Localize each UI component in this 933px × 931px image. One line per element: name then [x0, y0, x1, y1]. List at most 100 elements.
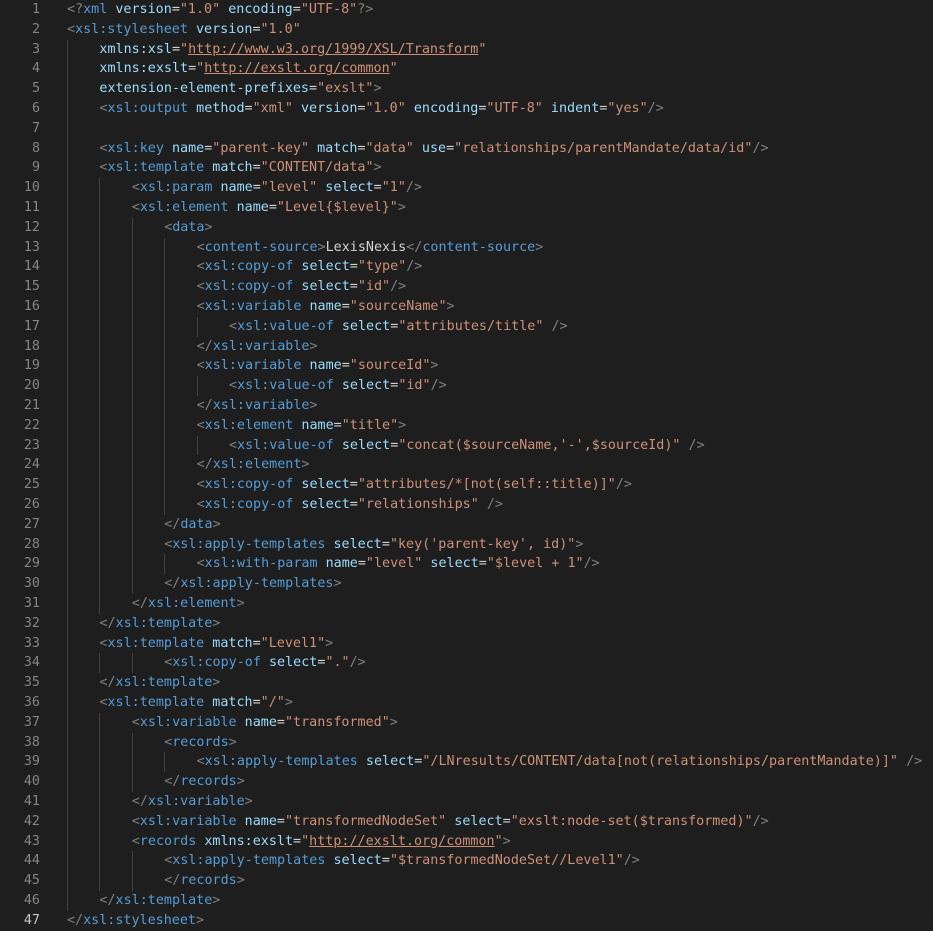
code-line[interactable]: 6 <xsl:output method="xml" version="1.0" … — [0, 99, 933, 119]
code-line[interactable]: 2 <xsl:stylesheet version="1.0" — [0, 20, 933, 40]
code-text: </data> — [164, 515, 220, 535]
code-token: select — [341, 437, 391, 453]
code-token: /> — [647, 101, 664, 116]
code-token: </ — [196, 338, 213, 354]
code-token: version — [196, 21, 253, 37]
code-line[interactable]: 5 extension-element-prefixes="exslt"> — [0, 79, 933, 99]
code-token: = — [276, 813, 285, 829]
code-line[interactable]: 19 <xsl:variable name="sourceId"> — [0, 356, 933, 377]
code-line[interactable]: 35 </xsl:template> — [0, 673, 933, 693]
code-line[interactable]: 23 <xsl:value-of select="concat($sourceNa… — [0, 435, 933, 456]
code-token: "Level{$level}" — [276, 200, 398, 215]
code-line[interactable]: 7 — [0, 118, 933, 139]
code-line[interactable]: 29 <xsl:with-param name="level" select="$… — [0, 554, 933, 575]
code-token: "exslt:node-set($transformed)" — [510, 813, 753, 829]
code-line[interactable]: 33 <xsl:template match="Level1"> — [0, 633, 933, 654]
code-line[interactable]: 47 </xsl:stylesheet> — [0, 910, 933, 931]
code-line[interactable]: 39 <xsl:apply-templates select="/LNresult… — [0, 752, 933, 773]
code-line[interactable]: 8 <xsl:key name="parent-key" match="data"… — [0, 138, 933, 159]
code-line[interactable]: 37 <xsl:variable name="transformed"> — [0, 712, 933, 733]
code-line[interactable]: 15 <xsl:copy-of select="id"/> — [0, 277, 933, 297]
indent-guide — [67, 415, 68, 436]
indent-guide — [99, 554, 101, 575]
code-editor[interactable]: 1 <?xml version="1.0" encoding="UTF-8"?> 2… — [0, 0, 933, 931]
code-token: "transformed" — [284, 714, 390, 730]
code-line[interactable]: 20 <xsl:value-of select="id"/> — [0, 376, 933, 396]
code-token: xsl:variable — [212, 338, 310, 354]
code-token: xsl:copy-of — [204, 279, 294, 295]
indent-guide — [99, 178, 101, 198]
line-number: 17 — [23, 318, 40, 334]
code-line[interactable]: 42 <xsl:variable name="transformedNodeSet… — [0, 811, 933, 832]
indent-guide — [67, 475, 68, 495]
code-line[interactable]: 31 </xsl:element> — [0, 594, 933, 614]
code-line[interactable]: 16 <xsl:variable name="sourceName"> — [0, 297, 933, 317]
code-token: xsl:apply-templates — [172, 853, 326, 869]
indent-guide — [131, 376, 133, 396]
code-line[interactable]: 22 <xsl:element name="title"> — [0, 415, 933, 436]
code-token: "$transformedNodeSet//Level1" — [389, 853, 624, 869]
code-line[interactable]: 41 </xsl:variable> — [0, 792, 933, 812]
code-line[interactable]: 18 </xsl:variable> — [0, 336, 933, 357]
code-token: </ — [99, 675, 116, 691]
code-line[interactable]: 34 <xsl:copy-of select="."/> — [0, 653, 933, 674]
code-token[interactable]: http://exslt.org/common — [204, 61, 389, 76]
indent-guide — [67, 79, 68, 99]
code-token: " — [389, 61, 398, 77]
indent-guide — [164, 277, 166, 297]
indent-guide — [131, 534, 133, 555]
code-token: xsl:template — [107, 635, 205, 651]
line-number: 29 — [23, 556, 40, 572]
code-token[interactable]: http://exslt.org/common — [309, 834, 494, 849]
code-token: > — [397, 200, 406, 215]
code-token[interactable]: http://www.w3.org/1999/XSL/Transform — [188, 42, 478, 57]
code-token: name — [325, 556, 358, 572]
code-line[interactable]: 10 <xsl:param name="level" select="1"/> — [0, 178, 933, 198]
code-token: match — [212, 160, 253, 176]
code-line[interactable]: 46 </xsl:template> — [0, 891, 933, 911]
code-text: <xsl:element name="title"> — [197, 416, 407, 436]
code-line[interactable]: 43 <records xmlns:exslt="http://exslt.org… — [0, 831, 933, 852]
code-line[interactable]: 36 <xsl:template match="/"> — [0, 693, 933, 713]
code-token: > — [212, 675, 221, 691]
line-number: 22 — [23, 417, 40, 433]
code-line[interactable]: 44 <xsl:apply-templates select="$transfor… — [0, 851, 933, 872]
code-line[interactable]: 17 <xsl:value-of select="attributes/title… — [0, 316, 933, 337]
indent-guide — [99, 495, 101, 515]
line-number: 28 — [23, 536, 40, 552]
code-token: name — [309, 299, 342, 314]
code-token: "." — [325, 655, 350, 671]
line-number: 9 — [31, 160, 40, 176]
indent-guide — [67, 178, 68, 198]
code-line[interactable]: 11 <xsl:element name="Level{$level}"> — [0, 198, 933, 218]
code-line[interactable]: 3 xmlns:xsl="http://www.w3.org/1999/XSL/T… — [0, 39, 933, 60]
code-line[interactable]: 45 </records> — [0, 871, 933, 891]
code-token: use — [421, 140, 447, 156]
code-line[interactable]: 25 <xsl:copy-of select="attributes/*[not(… — [0, 475, 933, 495]
indent-guide — [164, 396, 166, 416]
code-text: <records> — [164, 733, 237, 753]
code-token: </ — [164, 873, 181, 889]
code-line[interactable]: 14 <xsl:copy-of select="type"/> — [0, 257, 933, 278]
code-line[interactable]: 9 <xsl:template match="CONTENT/data"> — [0, 158, 933, 179]
indent-guide — [67, 59, 68, 80]
code-line[interactable]: 13 <content-source>LexisNexis</content-so… — [0, 237, 933, 258]
code-token: xsl:value-of — [237, 378, 334, 394]
indent-guide — [131, 732, 133, 753]
code-line[interactable]: 32 </xsl:template> — [0, 613, 933, 634]
code-line[interactable]: 26 <xsl:copy-of select="relationships" /> — [0, 495, 933, 515]
code-line[interactable]: 4 xmlns:exslt="http://exslt.org/common" — [0, 59, 933, 80]
code-token: /> — [405, 180, 423, 196]
code-line[interactable]: 38 <records> — [0, 732, 933, 753]
code-line[interactable]: 12 <data> — [0, 217, 933, 238]
code-line[interactable]: 28 <xsl:apply-templates select="key('pare… — [0, 534, 933, 555]
indent-guide — [67, 554, 68, 575]
code-line[interactable]: 1 <?xml version="1.0" encoding="UTF-8"?> — [0, 0, 933, 20]
code-token: = — [244, 101, 253, 116]
code-line[interactable]: 24 </xsl:element> — [0, 455, 933, 476]
code-token: "relationships" — [357, 497, 479, 512]
code-line[interactable]: 27 </data> — [0, 514, 933, 535]
code-line[interactable]: 21 </xsl:variable> — [0, 396, 933, 416]
code-line[interactable]: 30 </xsl:apply-templates> — [0, 574, 933, 594]
code-line[interactable]: 40 </records> — [0, 772, 933, 792]
